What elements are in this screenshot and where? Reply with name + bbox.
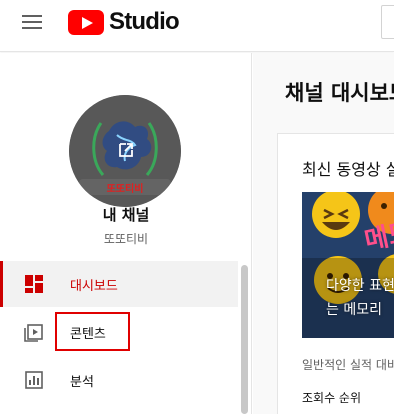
channel-name[interactable]: 또또티비 <box>0 230 252 247</box>
sidebar-item-label: 분석 <box>70 374 94 390</box>
search-input[interactable] <box>381 5 394 39</box>
card-subtitle: 일반적인 실적 대비 <box>302 358 394 372</box>
video-thumbnail[interactable]: 메모 다양한 표현 는 메모리 <box>302 192 394 338</box>
channel-title: 내 채널 <box>102 206 150 224</box>
channel-avatar[interactable]: 또또티비 <box>69 95 181 207</box>
page-title: 채널 대시보드 <box>285 81 394 105</box>
latest-video-card: 최신 동영상 실적 메모 다양한 표현 는 메모리 일반적인 실적 대비 <box>277 133 394 414</box>
sidebar-item-analytics[interactable]: 분석 <box>0 357 238 403</box>
thumbnail-title-line-1: 다양한 표현 <box>326 278 394 294</box>
logo-text: Studio <box>109 8 180 35</box>
dashboard-icon <box>25 275 43 293</box>
studio-logo[interactable]: Studio <box>68 8 180 36</box>
youtube-play-icon <box>68 9 104 35</box>
views-rank-label: 조회수 순위 <box>302 391 362 405</box>
sidebar-item-dashboard[interactable]: 대시보드 <box>0 261 238 307</box>
sidebar-item-label: 대시보드 <box>70 278 118 294</box>
sidebar-scrollbar[interactable] <box>241 265 248 414</box>
analytics-icon <box>25 371 43 389</box>
main-content: 채널 대시보드 최신 동영상 실적 메모 다양한 표현 는 메모리 <box>253 53 394 414</box>
top-app-bar: Studio <box>0 0 394 52</box>
external-link-icon[interactable] <box>117 141 135 159</box>
sidebar: 또또티비 내 채널 또또티비 대시보드 콘텐츠 분석 <box>0 53 252 414</box>
card-title: 최신 동영상 실적 <box>302 160 394 179</box>
highlight-annotation-box <box>55 312 130 351</box>
hamburger-menu-icon[interactable] <box>22 13 44 31</box>
avatar-channel-text: 또또티비 <box>106 184 144 195</box>
thumbnail-title-line-2: 는 메모리 <box>326 302 382 318</box>
content-icon <box>24 324 43 342</box>
